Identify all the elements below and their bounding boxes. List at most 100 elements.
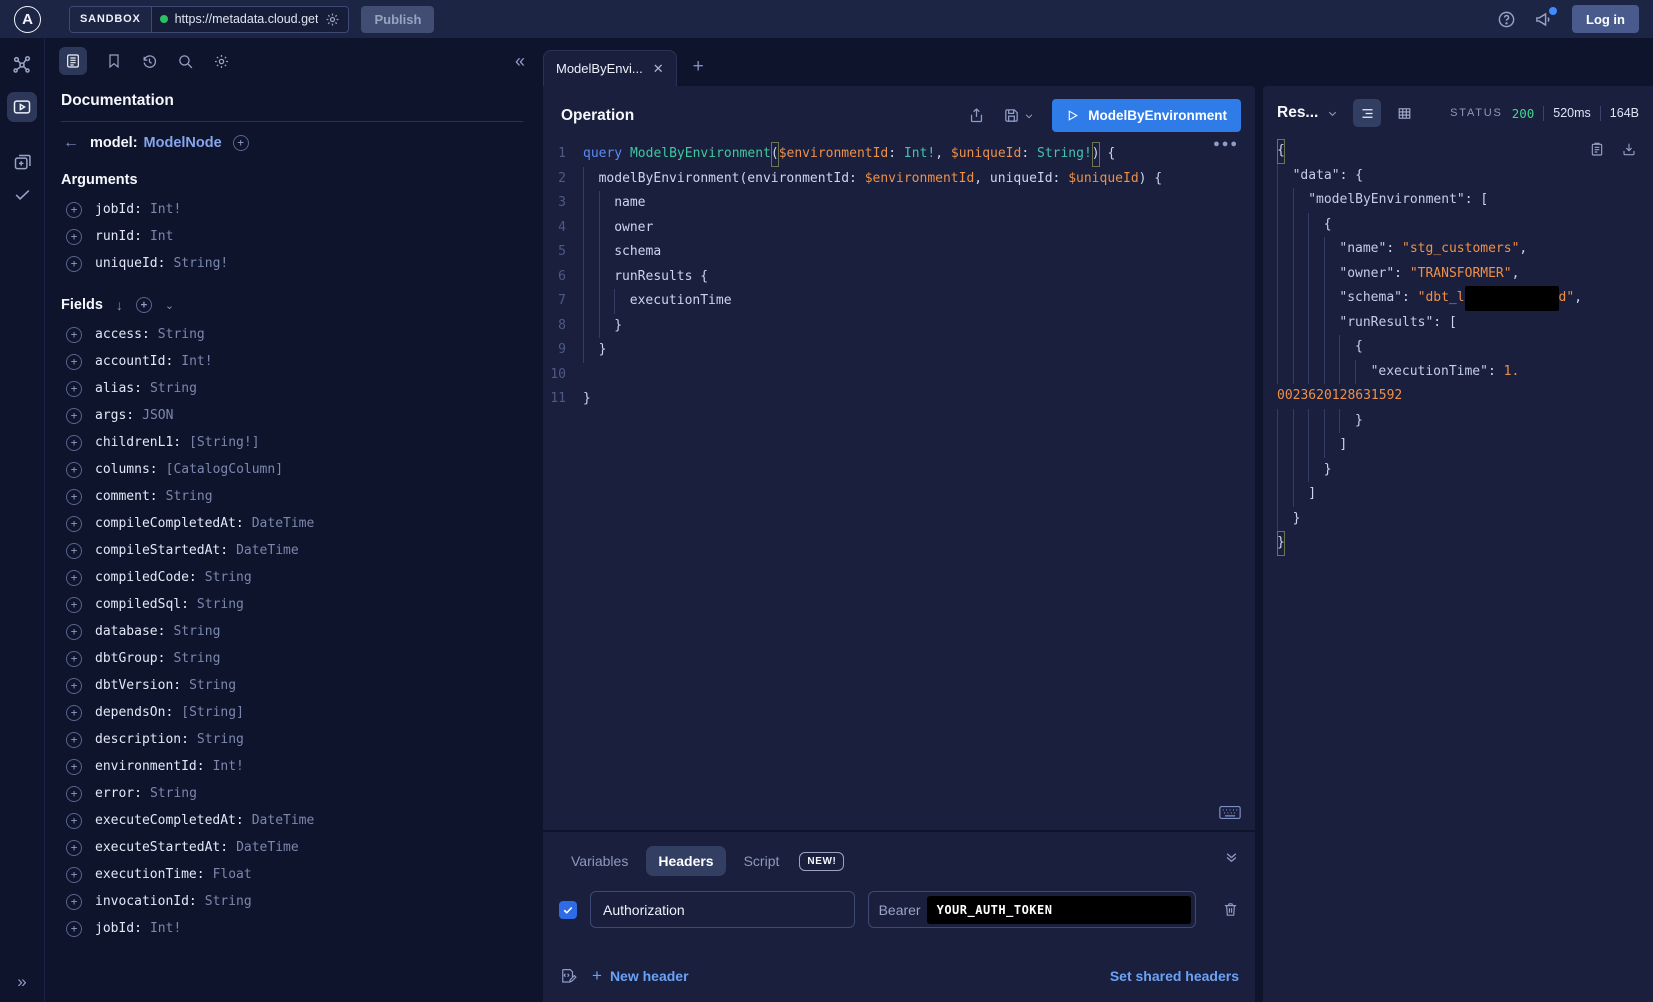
field-type[interactable]: [String!] — [189, 435, 259, 450]
settings-gear-icon[interactable] — [213, 53, 230, 70]
header-name-input[interactable] — [590, 891, 855, 928]
save-options-chevron-icon[interactable] — [1024, 111, 1034, 121]
field-type[interactable]: DateTime — [236, 543, 299, 558]
field-type[interactable]: String — [166, 489, 213, 504]
schema-graph-icon[interactable] — [11, 54, 33, 76]
bookmark-icon[interactable] — [106, 53, 122, 69]
field-type[interactable]: Int! — [150, 921, 181, 936]
field-type[interactable]: String — [158, 327, 205, 342]
run-operation-button[interactable]: ModelByEnvironment — [1052, 99, 1241, 132]
copy-response-icon[interactable] — [1589, 141, 1605, 157]
add-field-icon[interactable]: + — [66, 840, 82, 856]
add-field-icon[interactable]: + — [66, 543, 82, 559]
response-dropdown-chevron-icon[interactable] — [1327, 108, 1338, 119]
delete-header-icon[interactable] — [1222, 901, 1239, 918]
share-operation-icon[interactable] — [968, 107, 985, 124]
field-type[interactable]: String — [189, 678, 236, 693]
add-field-icon[interactable]: + — [66, 435, 82, 451]
explorer-icon[interactable] — [7, 92, 37, 122]
add-field-icon[interactable]: + — [66, 921, 82, 937]
new-tab-icon[interactable]: + — [693, 56, 704, 86]
add-field-icon[interactable]: + — [66, 381, 82, 397]
save-operation-group[interactable] — [1003, 107, 1034, 124]
search-icon[interactable] — [177, 53, 194, 70]
operation-menu-icon[interactable]: ●●● — [1213, 138, 1239, 150]
add-field-icon[interactable]: + — [66, 570, 82, 586]
add-argument-icon[interactable]: + — [66, 202, 82, 218]
documentation-tab-icon[interactable] — [59, 47, 87, 75]
add-field-icon[interactable]: + — [66, 327, 82, 343]
query-editor[interactable]: 1query ModelByEnvironment($environmentId… — [543, 142, 1255, 830]
add-field-icon[interactable]: + — [66, 759, 82, 775]
collapse-docs-icon[interactable]: « — [515, 51, 525, 72]
endpoint-url-field[interactable]: https://metadata.cloud.get — [152, 12, 349, 27]
operation-collections-icon[interactable] — [12, 152, 33, 173]
json-view-toggle[interactable] — [1353, 99, 1381, 127]
save-icon[interactable] — [1003, 107, 1020, 124]
field-type[interactable]: Int! — [181, 354, 212, 369]
field-type[interactable]: Float — [213, 867, 252, 882]
field-type[interactable]: String — [173, 624, 220, 639]
operation-tab[interactable]: ModelByEnvi... ✕ — [543, 50, 677, 86]
add-field-icon[interactable]: + — [66, 516, 82, 532]
tab-variables[interactable]: Variables — [559, 846, 640, 876]
download-response-icon[interactable] — [1621, 141, 1637, 157]
argument-type[interactable]: Int! — [150, 202, 181, 217]
field-type[interactable]: String — [197, 732, 244, 747]
field-type[interactable]: String — [205, 570, 252, 585]
endpoint-url[interactable]: https://metadata.cloud.get — [175, 12, 319, 26]
field-type[interactable]: String — [173, 651, 220, 666]
add-argument-icon[interactable]: + — [66, 256, 82, 272]
checklist-icon[interactable] — [13, 185, 32, 204]
tab-script[interactable]: Script — [732, 846, 792, 876]
add-field-icon[interactable]: + — [66, 786, 82, 802]
field-type[interactable]: [String] — [181, 705, 244, 720]
field-type[interactable]: DateTime — [236, 840, 299, 855]
apollo-logo-icon[interactable]: A — [14, 6, 41, 33]
help-icon[interactable] — [1497, 10, 1516, 29]
add-field-icon[interactable]: + — [66, 867, 82, 883]
chevron-down-icon[interactable]: ⌄ — [165, 299, 174, 312]
add-argument-icon[interactable]: + — [66, 229, 82, 245]
breadcrumb-type-link[interactable]: ModelNode — [144, 135, 222, 151]
keyboard-shortcuts-icon[interactable] — [1219, 805, 1241, 820]
field-type[interactable]: JSON — [142, 408, 173, 423]
announcements-megaphone-icon[interactable] — [1534, 10, 1554, 29]
close-tab-icon[interactable]: ✕ — [653, 61, 664, 77]
argument-type[interactable]: String! — [173, 256, 228, 271]
add-field-icon[interactable]: + — [66, 894, 82, 910]
add-field-icon[interactable]: + — [233, 135, 249, 151]
tab-headers[interactable]: Headers — [646, 846, 725, 876]
field-type[interactable]: String — [205, 894, 252, 909]
add-field-icon[interactable]: + — [66, 651, 82, 667]
expand-panel-icon[interactable]: » — [0, 972, 44, 992]
back-arrow-icon[interactable]: ← — [63, 134, 79, 152]
publish-button[interactable]: Publish — [361, 6, 434, 33]
add-field-icon[interactable]: + — [66, 624, 82, 640]
add-field-icon[interactable]: + — [66, 813, 82, 829]
login-button[interactable]: Log in — [1572, 5, 1639, 33]
add-field-icon[interactable]: + — [66, 354, 82, 370]
add-field-icon[interactable]: + — [66, 678, 82, 694]
field-type[interactable]: String — [197, 597, 244, 612]
edit-headers-as-text-icon[interactable] — [559, 967, 577, 985]
add-field-icon[interactable]: + — [66, 705, 82, 721]
add-field-icon[interactable]: + — [66, 597, 82, 613]
add-all-fields-icon[interactable]: + — [136, 297, 152, 313]
history-icon[interactable] — [141, 53, 158, 70]
new-header-button[interactable]: + New header — [592, 966, 689, 986]
field-type[interactable]: String — [150, 786, 197, 801]
field-type[interactable]: [CatalogColumn] — [166, 462, 283, 477]
sort-arrow-icon[interactable]: ↓ — [116, 297, 123, 313]
endpoint-settings-gear-icon[interactable] — [325, 12, 340, 27]
table-view-toggle[interactable] — [1390, 99, 1418, 127]
field-type[interactable]: String — [150, 381, 197, 396]
collapse-panel-icon[interactable] — [1224, 850, 1239, 865]
set-shared-headers-button[interactable]: Set shared headers — [1110, 968, 1239, 984]
add-field-icon[interactable]: + — [66, 462, 82, 478]
header-value-input[interactable]: Bearer YOUR_AUTH_TOKEN — [868, 891, 1196, 928]
add-field-icon[interactable]: + — [66, 408, 82, 424]
field-type[interactable]: Int! — [213, 759, 244, 774]
argument-type[interactable]: Int — [150, 229, 173, 244]
header-enabled-checkbox[interactable] — [559, 901, 577, 919]
